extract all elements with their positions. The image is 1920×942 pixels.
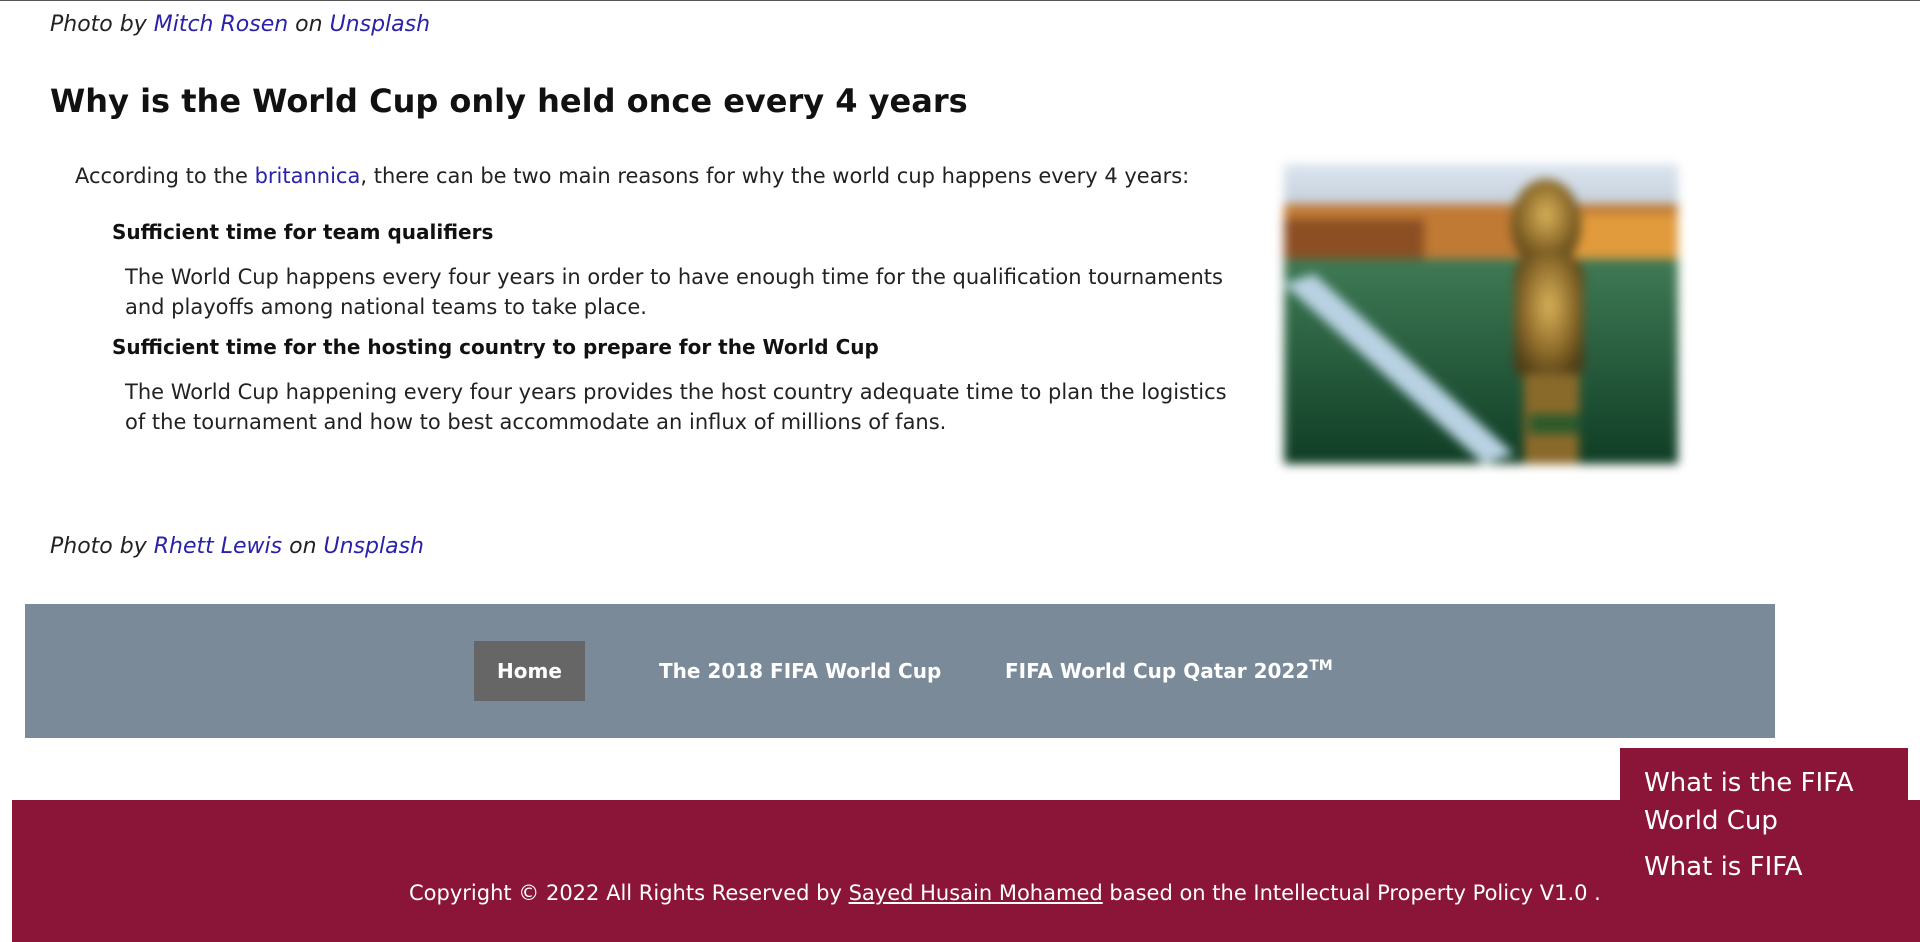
copyright-prefix: Copyright © 2022 All Rights Reserved by bbox=[409, 881, 849, 905]
unsplash-link[interactable]: Unsplash bbox=[324, 534, 424, 559]
nav-qatar-2022-link[interactable]: FIFA World Cup Qatar 2022 TM bbox=[1005, 641, 1335, 701]
trophy-photo-image bbox=[1284, 164, 1678, 464]
page: Photo by Mitch Rosen on Unsplash Why is … bbox=[0, 0, 1920, 942]
photo-author-link[interactable]: Mitch Rosen bbox=[154, 12, 288, 37]
photo-credit-prefix: Photo by bbox=[50, 12, 154, 37]
trademark-mark: TM bbox=[1309, 658, 1333, 674]
copyright-suffix: based on the Intellectual Property Polic… bbox=[1102, 881, 1601, 905]
nav-qatar-label: FIFA World Cup Qatar 2022 bbox=[1005, 659, 1310, 683]
section-title: Why is the World Cup only held once ever… bbox=[50, 82, 968, 120]
photo-credit-middle: on bbox=[288, 12, 330, 37]
photo-credit-middle: on bbox=[282, 534, 324, 559]
photo-credit-prefix: Photo by bbox=[50, 534, 154, 559]
intro-suffix: , there can be two main reasons for why … bbox=[360, 164, 1190, 188]
reason-heading-hosting: Sufficient time for the hosting country … bbox=[112, 335, 879, 359]
reason-heading-qualifiers: Sufficient time for team qualifiers bbox=[112, 220, 494, 244]
side-menu-item-what-is-fifa[interactable]: What is FIFA bbox=[1644, 848, 1803, 886]
side-dropdown-menu: What is the FIFA World Cup What is FIFA bbox=[1620, 748, 1908, 942]
top-divider bbox=[0, 0, 1920, 1]
author-link[interactable]: Sayed Husain Mohamed bbox=[849, 881, 1103, 905]
photo-credit-top: Photo by Mitch Rosen on Unsplash bbox=[50, 12, 430, 37]
intro-prefix: According to the bbox=[75, 164, 255, 188]
unsplash-link[interactable]: Unsplash bbox=[330, 12, 430, 37]
britannica-link[interactable]: britannica bbox=[255, 164, 361, 188]
nav-home-button[interactable]: Home bbox=[474, 641, 585, 701]
main-navbar: Home The 2018 FIFA World Cup FIFA World … bbox=[25, 604, 1775, 738]
reason-body-hosting: The World Cup happening every four years… bbox=[125, 380, 1227, 434]
photo-author-link[interactable]: Rhett Lewis bbox=[154, 534, 282, 559]
copyright-text: Copyright © 2022 All Rights Reserved by … bbox=[409, 881, 1601, 905]
side-menu-item-what-is-world-cup[interactable]: What is the FIFA World Cup bbox=[1644, 764, 1894, 840]
intro-text: According to the britannica, there can b… bbox=[75, 164, 1189, 188]
world-cup-trophy-photo bbox=[1284, 164, 1678, 464]
reason-body-qualifiers: The World Cup happens every four years i… bbox=[125, 265, 1223, 319]
nav-2018-world-cup-link[interactable]: The 2018 FIFA World Cup bbox=[659, 641, 959, 701]
photo-credit-bottom: Photo by Rhett Lewis on Unsplash bbox=[50, 534, 424, 559]
